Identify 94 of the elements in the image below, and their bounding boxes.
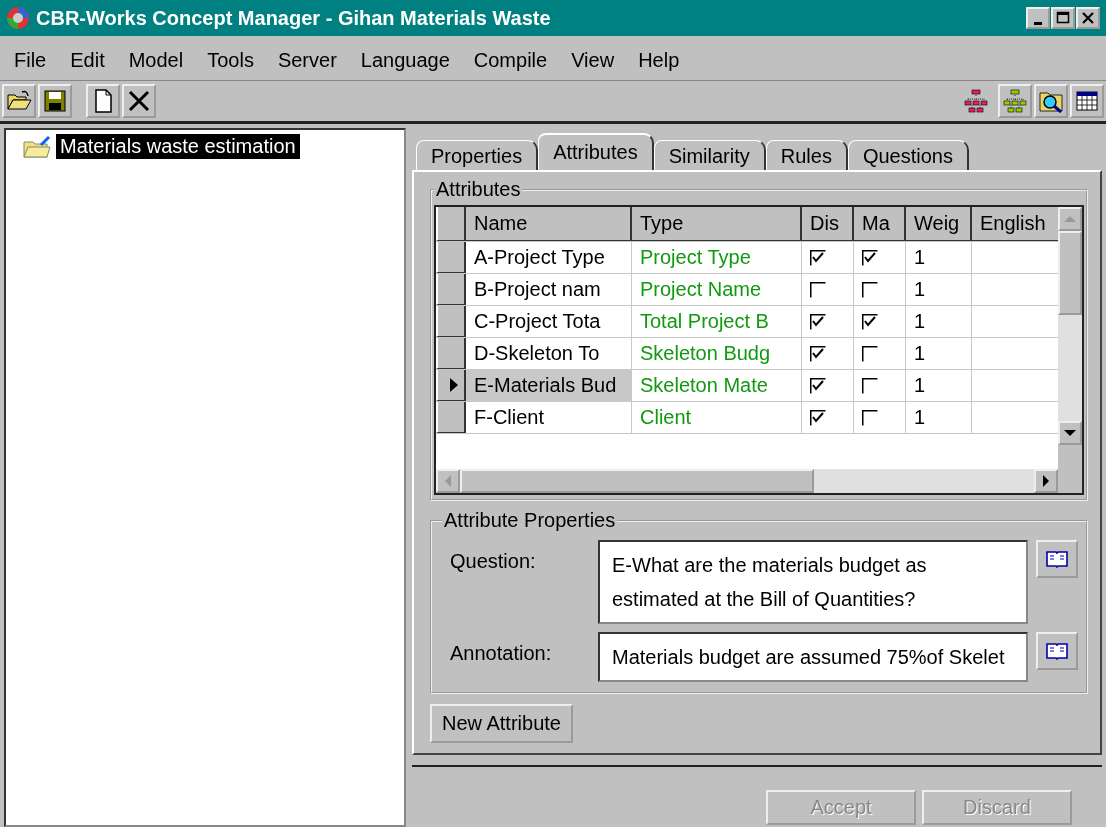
table-cell: 1 bbox=[906, 306, 972, 337]
tab[interactable]: Questions bbox=[847, 140, 969, 170]
column-header[interactable]: Ma bbox=[854, 207, 906, 241]
folder-search-button[interactable] bbox=[1034, 84, 1068, 118]
tab[interactable]: Attributes bbox=[538, 133, 654, 170]
new-document-button[interactable] bbox=[86, 84, 120, 118]
table-cell: Skeleton Mate bbox=[632, 370, 802, 401]
table-cell: 1 bbox=[906, 242, 972, 273]
close-button[interactable] bbox=[1076, 7, 1100, 29]
row-header[interactable] bbox=[436, 370, 466, 401]
menu-item[interactable]: Language bbox=[360, 48, 450, 72]
column-header[interactable]: Weig bbox=[906, 207, 972, 241]
field-label: Question: bbox=[449, 549, 537, 573]
delete-button[interactable] bbox=[122, 84, 156, 118]
row-header[interactable] bbox=[436, 274, 466, 305]
column-header[interactable]: English bbox=[972, 207, 1058, 241]
table-cell: Project Name bbox=[632, 274, 802, 305]
table-button[interactable] bbox=[1070, 84, 1104, 118]
field-label: Annotation: bbox=[449, 641, 553, 665]
open-folder-button[interactable] bbox=[2, 84, 36, 118]
menu-item[interactable]: Compile bbox=[473, 48, 548, 72]
tab[interactable]: Similarity bbox=[653, 140, 766, 170]
menu-item[interactable]: Model bbox=[128, 48, 184, 72]
window-title: CBR-Works Concept Manager - Gihan Materials Waste bbox=[36, 6, 552, 30]
checkbox[interactable] bbox=[810, 281, 826, 298]
current-row-icon bbox=[450, 378, 458, 392]
tree-item[interactable]: Materials waste estimation bbox=[56, 134, 300, 159]
checkbox[interactable] bbox=[810, 409, 826, 426]
checkbox[interactable] bbox=[810, 345, 826, 362]
menu-item[interactable]: File bbox=[14, 48, 47, 72]
vertical-scrollbar[interactable] bbox=[1058, 207, 1082, 493]
table-cell: Total Project B bbox=[632, 306, 802, 337]
table-cell: C-Project Tota bbox=[466, 306, 632, 337]
menu-item[interactable]: Edit bbox=[70, 48, 105, 72]
table-icon bbox=[1075, 89, 1099, 113]
menu-item[interactable]: Tools bbox=[207, 48, 254, 72]
table-cell: Skeleton Budg bbox=[632, 338, 802, 369]
down-arrow-icon[interactable] bbox=[1064, 429, 1076, 437]
hierarchy-icon[interactable] bbox=[962, 87, 990, 115]
table-cell: F-Client bbox=[466, 402, 632, 433]
scrollbar-corner bbox=[1058, 445, 1082, 493]
open-folder-icon bbox=[6, 89, 32, 113]
checkbox[interactable] bbox=[810, 249, 826, 266]
table-cell: Client bbox=[632, 402, 802, 433]
table-cell: A-Project Type bbox=[466, 242, 632, 273]
table-cell: 1 bbox=[906, 370, 972, 401]
table-cell: D-Skeleton To bbox=[466, 338, 632, 369]
checkbox[interactable] bbox=[810, 377, 826, 394]
cross-icon bbox=[127, 89, 151, 113]
question-field[interactable]: E-What are the materials budget as estimated at the Bill of Quantities? bbox=[598, 540, 1028, 624]
checkbox[interactable] bbox=[862, 313, 878, 330]
minimize-icon bbox=[1034, 21, 1042, 25]
table-cell: E-Materials Bud bbox=[466, 370, 632, 401]
maximize-icon bbox=[1056, 11, 1070, 25]
group-title: Attributes bbox=[435, 178, 522, 201]
new-attribute-button[interactable]: New Attribute bbox=[430, 704, 573, 743]
column-header[interactable]: Type bbox=[632, 207, 802, 241]
column-header[interactable]: Name bbox=[466, 207, 632, 241]
row-header[interactable] bbox=[436, 338, 466, 369]
close-icon bbox=[1081, 11, 1095, 25]
app-icon bbox=[6, 6, 30, 30]
checkbox[interactable] bbox=[862, 345, 878, 362]
column-header[interactable]: Dis bbox=[802, 207, 854, 241]
book-icon bbox=[1046, 642, 1068, 660]
tab[interactable]: Rules bbox=[765, 140, 848, 170]
hierarchy-button[interactable] bbox=[998, 84, 1032, 118]
minimize-button[interactable] bbox=[1026, 7, 1050, 29]
book-button[interactable] bbox=[1036, 540, 1078, 578]
save-button[interactable] bbox=[38, 84, 72, 118]
checkbox[interactable] bbox=[862, 249, 878, 266]
book-icon bbox=[1046, 550, 1068, 568]
horizontal-scrollbar[interactable] bbox=[436, 469, 1058, 493]
table-cell: 1 bbox=[906, 274, 972, 305]
checkbox[interactable] bbox=[810, 313, 826, 330]
maximize-button[interactable] bbox=[1051, 7, 1075, 29]
group-title: Attribute Properties bbox=[443, 509, 617, 532]
table-cell: B-Project nam bbox=[466, 274, 632, 305]
checkbox[interactable] bbox=[862, 281, 878, 298]
book-button[interactable] bbox=[1036, 632, 1078, 670]
annotation-field[interactable]: Materials budget are assumed 75%of Skelet bbox=[598, 632, 1028, 682]
right-arrow-icon[interactable] bbox=[1042, 475, 1050, 487]
hierarchy-icon bbox=[1001, 87, 1029, 115]
row-header[interactable] bbox=[436, 402, 466, 433]
menu-item[interactable]: View bbox=[571, 48, 615, 72]
table-cell: 1 bbox=[906, 338, 972, 369]
row-header[interactable] bbox=[436, 242, 466, 273]
folder-icon bbox=[22, 134, 52, 159]
table-cell: Project Type bbox=[632, 242, 802, 273]
menu-item[interactable]: Help bbox=[638, 48, 680, 72]
row-header[interactable] bbox=[436, 306, 466, 337]
table-cell: 1 bbox=[906, 402, 972, 433]
checkbox[interactable] bbox=[862, 377, 878, 394]
checkbox[interactable] bbox=[862, 409, 878, 426]
menu-item[interactable]: Server bbox=[277, 48, 337, 72]
